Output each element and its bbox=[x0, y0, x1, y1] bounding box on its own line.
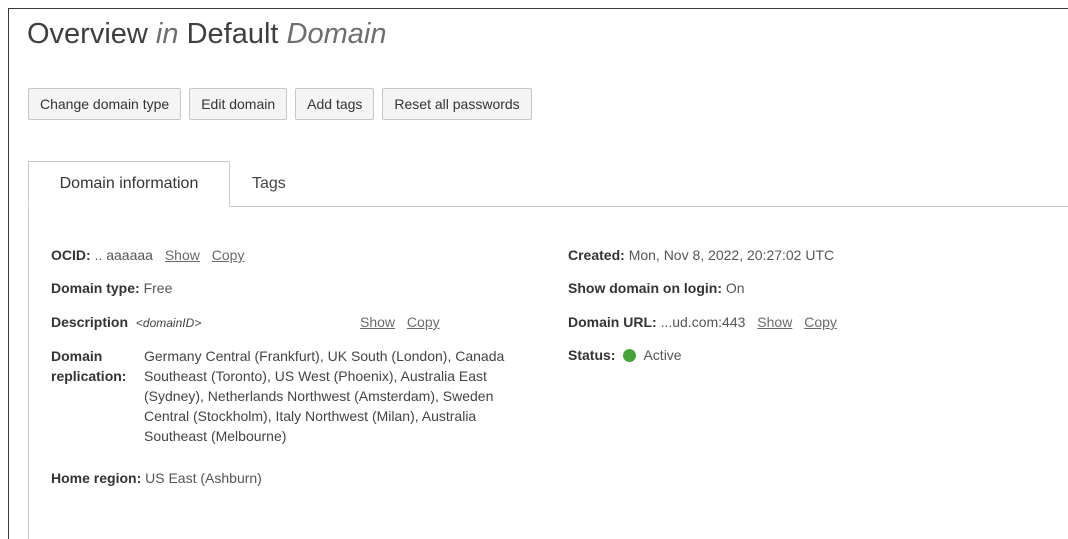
tab-bar: Domain information Tags bbox=[28, 161, 1068, 207]
page-title: Overview in Default Domain bbox=[27, 18, 386, 51]
domain-type-row: Domain type: Free bbox=[51, 280, 172, 296]
action-toolbar: Change domain type Edit domain Add tags … bbox=[28, 88, 532, 120]
domain-url-row: Domain URL: ...ud.com:443 Show Copy bbox=[568, 314, 837, 330]
ocid-value: .. aaaaaa bbox=[94, 247, 153, 263]
show-on-login-row: Show domain on login: On bbox=[568, 280, 745, 296]
created-row: Created: Mon, Nov 8, 2022, 20:27:02 UTC bbox=[568, 247, 834, 263]
title-overview: Overview bbox=[27, 18, 148, 50]
show-on-login-value: On bbox=[725, 280, 745, 296]
ocid-copy-link[interactable]: Copy bbox=[212, 247, 245, 263]
ocid-show-link[interactable]: Show bbox=[165, 247, 200, 263]
home-region-row: Home region: US East (Ashburn) bbox=[51, 470, 262, 486]
domain-type-label: Domain type: bbox=[51, 280, 140, 296]
show-on-login-label: Show domain on login: bbox=[568, 280, 722, 296]
add-tags-button[interactable]: Add tags bbox=[295, 88, 375, 120]
description-show-link[interactable]: Show bbox=[360, 314, 395, 330]
reset-all-passwords-button[interactable]: Reset all passwords bbox=[382, 88, 532, 120]
replication-label-line-2: replication: bbox=[51, 368, 127, 384]
tab-tags[interactable]: Tags bbox=[252, 161, 286, 207]
status-row: Status: Active bbox=[568, 347, 682, 363]
domain-url-show-link[interactable]: Show bbox=[757, 314, 792, 330]
edit-domain-button[interactable]: Edit domain bbox=[189, 88, 288, 120]
title-in: in bbox=[155, 18, 179, 50]
description-copy-link[interactable]: Copy bbox=[407, 314, 440, 330]
change-domain-type-button[interactable]: Change domain type bbox=[28, 88, 182, 120]
description-value: <domainID> bbox=[135, 316, 202, 330]
ocid-label: OCID: bbox=[51, 247, 91, 263]
tab-domain-information[interactable]: Domain information bbox=[28, 161, 230, 207]
home-region-value: US East (Ashburn) bbox=[145, 470, 262, 486]
domain-url-copy-link[interactable]: Copy bbox=[804, 314, 837, 330]
domain-replication-label: Domain replication: bbox=[51, 346, 126, 386]
description-label: Description bbox=[51, 314, 129, 330]
title-default: Default bbox=[186, 18, 279, 50]
domain-replication-value: Germany Central (Frankfurt), UK South (L… bbox=[144, 348, 505, 444]
home-region-label: Home region: bbox=[51, 470, 142, 486]
replication-label-line-1: Domain bbox=[51, 348, 103, 364]
status-value: Active bbox=[643, 347, 682, 363]
status-active-icon bbox=[623, 349, 637, 362]
description-row: Description <domainID> bbox=[51, 314, 201, 330]
domain-url-label: Domain URL: bbox=[568, 314, 657, 330]
domain-type-value: Free bbox=[143, 280, 173, 296]
ocid-row: OCID: .. aaaaaa Show Copy bbox=[51, 247, 244, 263]
title-domain: Domain bbox=[286, 18, 387, 50]
description-actions: Show Copy bbox=[352, 314, 440, 330]
created-value: Mon, Nov 8, 2022, 20:27:02 UTC bbox=[628, 247, 835, 263]
domain-url-value: ...ud.com:443 bbox=[660, 314, 746, 330]
status-label: Status: bbox=[568, 347, 616, 363]
created-label: Created: bbox=[568, 247, 625, 263]
